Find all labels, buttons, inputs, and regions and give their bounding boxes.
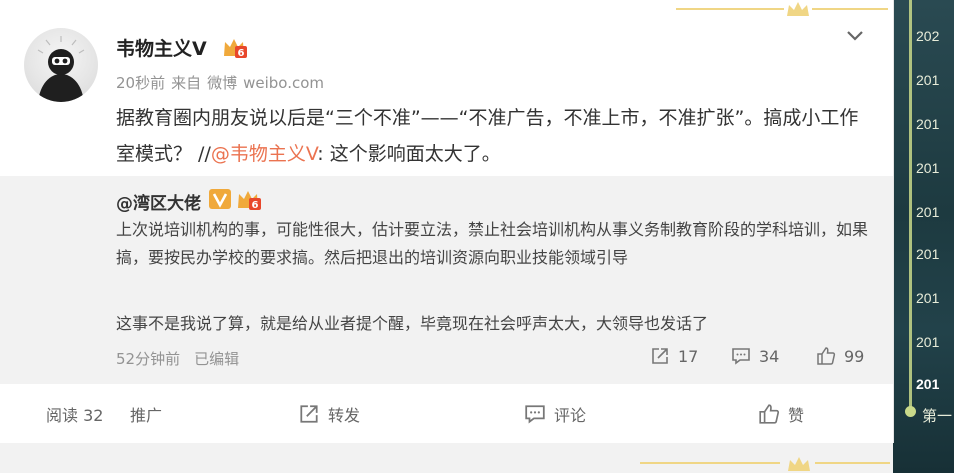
edited-label[interactable]: 已编辑 bbox=[194, 350, 239, 368]
post-text-after: : 这个影响面太大了。 bbox=[317, 143, 501, 165]
mention-link[interactable]: @韦物主义V bbox=[211, 143, 317, 165]
like-count: 99 bbox=[844, 346, 865, 366]
post-body: 据教育圈内朋友说以后是“三个不准”——“不准广告，不准上市，不准扩张”。搞成小工… bbox=[116, 100, 876, 172]
timeline-first-label[interactable]: 第一 bbox=[922, 405, 952, 426]
crown-icon bbox=[787, 2, 809, 16]
like-count-button[interactable]: 99 bbox=[816, 346, 864, 366]
crown-icon bbox=[788, 457, 810, 471]
repost-author[interactable]: @湾区大佬 bbox=[116, 189, 201, 214]
author-name[interactable]: 韦物主义V bbox=[116, 34, 207, 61]
read-count: 阅读 32 bbox=[46, 406, 104, 425]
timeline-line bbox=[909, 0, 912, 415]
repost-label: 转发 bbox=[328, 406, 361, 425]
like-label: 赞 bbox=[788, 406, 805, 425]
action-bar: 阅读 32 推广 转发 评论 赞 bbox=[0, 384, 893, 440]
post-meta: 20秒前 来自 微博 weibo.com bbox=[116, 72, 330, 93]
like-button[interactable]: 赞 bbox=[758, 402, 804, 426]
vip-crown-icon[interactable]: 6 bbox=[222, 36, 248, 60]
vip-crown-icon: 6 bbox=[238, 191, 261, 211]
comment-count-button[interactable]: 34 bbox=[731, 346, 779, 366]
comment-label: 评论 bbox=[554, 406, 587, 425]
timeline-background bbox=[893, 0, 954, 473]
repost-paragraph: 上次说培训机构的事，可能性很大，估计要立法，禁止社会培训机构从事义务制教育阶段的… bbox=[116, 220, 869, 267]
timeline-current-dot bbox=[905, 406, 916, 417]
chevron-down-icon[interactable] bbox=[845, 28, 865, 44]
next-card-strip bbox=[0, 443, 893, 473]
gold-decor-line bbox=[815, 462, 890, 464]
timeline-year-active[interactable]: 201 bbox=[916, 376, 939, 392]
source-domain: weibo.com bbox=[243, 74, 325, 92]
timeline-year[interactable]: 201 bbox=[916, 290, 939, 306]
share-icon bbox=[300, 405, 318, 423]
avatar-figure-icon bbox=[37, 36, 85, 102]
comment-icon bbox=[732, 348, 750, 365]
timeline-year[interactable]: 201 bbox=[916, 334, 939, 350]
repost-time[interactable]: 52分钟前 bbox=[116, 350, 180, 368]
comment-icon bbox=[525, 405, 545, 424]
repost-button[interactable]: 转发 bbox=[298, 402, 360, 426]
svg-text:6: 6 bbox=[252, 200, 259, 211]
repost-meta: 52分钟前 已编辑 bbox=[116, 348, 253, 369]
repost-block[interactable]: @湾区大佬 6 上次说培训机构的事，可能性很大，估计要立法，禁止社会培训机构从事… bbox=[0, 176, 893, 384]
source-prefix: 来自 bbox=[171, 74, 202, 92]
weibo-post-card: 韦物主义V 6 20秒前 来自 微博 weibo.com 据教育圈内朋友说以后是“三个… bbox=[0, 0, 894, 443]
verified-v-icon bbox=[209, 189, 231, 209]
thumbs-up-icon bbox=[817, 347, 836, 365]
repost-paragraph: 这事不是我说了算，就是给从业者提个醒，毕竟现在社会呼声太大，大领导也发话了 bbox=[116, 314, 709, 333]
timeline-year[interactable]: 201 bbox=[916, 116, 939, 132]
timeline-year[interactable]: 201 bbox=[916, 246, 939, 262]
promote-button[interactable]: 推广 bbox=[130, 402, 162, 426]
timeline-year[interactable]: 201 bbox=[916, 72, 939, 88]
repost-count: 17 bbox=[678, 346, 699, 366]
repost-count-button[interactable]: 17 bbox=[650, 346, 698, 366]
avatar[interactable] bbox=[24, 28, 98, 102]
thumbs-up-icon bbox=[759, 404, 780, 424]
comment-count: 34 bbox=[759, 346, 780, 366]
timeline-year[interactable]: 201 bbox=[916, 204, 939, 220]
gold-decor-line bbox=[640, 462, 780, 464]
comment-button[interactable]: 评论 bbox=[524, 402, 586, 426]
post-time[interactable]: 20秒前 bbox=[116, 74, 165, 92]
gold-decor-line bbox=[812, 8, 888, 10]
timeline-year[interactable]: 202 bbox=[916, 28, 939, 44]
share-icon bbox=[652, 348, 668, 364]
timeline-year[interactable]: 201 bbox=[916, 160, 939, 176]
source-name[interactable]: 微博 bbox=[207, 74, 237, 92]
gold-decor-line bbox=[676, 8, 784, 10]
svg-text:6: 6 bbox=[238, 48, 245, 59]
